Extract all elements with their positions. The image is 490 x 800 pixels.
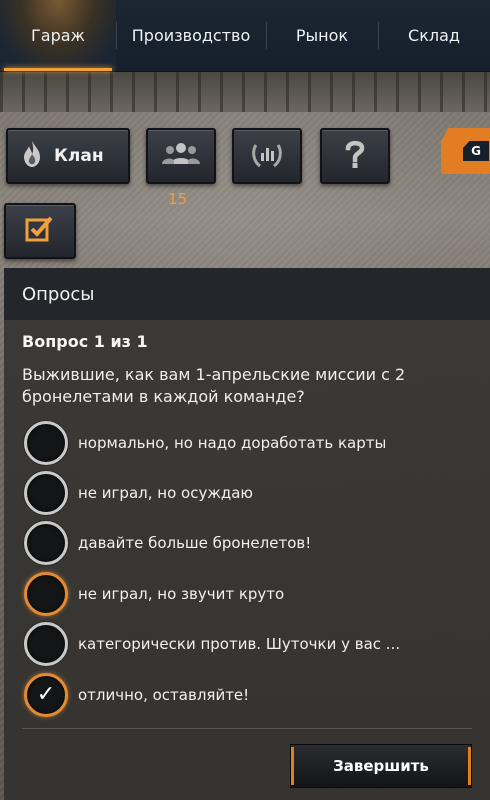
help-button[interactable] — [320, 128, 390, 184]
tasks-button[interactable] — [4, 203, 76, 259]
finish-button[interactable]: Завершить — [290, 744, 472, 788]
top-navigation: Гараж Производство Рынок Склад — [0, 0, 490, 72]
poll-title: Опросы — [4, 268, 490, 320]
option-label: не играл, но осуждаю — [78, 484, 254, 502]
checkmark-icon: ✓ — [36, 682, 56, 707]
poll-option[interactable]: не играл, но осуждаю — [24, 470, 464, 516]
flame-icon — [22, 140, 42, 172]
side-panel-tab[interactable]: G — [441, 128, 490, 174]
poll-option[interactable]: не играл, но звучит круто — [24, 571, 464, 617]
poll-option[interactable]: нормально, но надо доработать карты — [24, 420, 464, 466]
friends-button[interactable] — [146, 128, 216, 184]
poll-panel: Опросы Вопрос 1 из 1 Выжившие, как вам 1… — [4, 268, 490, 800]
option-label: давайте больше бронелетов! — [78, 534, 312, 552]
friends-count: 15 — [168, 190, 188, 208]
option-label: нормально, но надо доработать карты — [78, 434, 387, 452]
question-number: Вопрос 1 из 1 — [22, 332, 148, 351]
tasks-icon — [25, 214, 55, 248]
radio-button[interactable] — [24, 572, 68, 616]
tab-production[interactable]: Производство — [116, 0, 266, 71]
group-icon — [162, 142, 200, 170]
option-label: не играл, но звучит круто — [78, 585, 285, 603]
help-icon — [345, 139, 365, 173]
radio-button[interactable] — [24, 521, 68, 565]
radio-button[interactable] — [24, 421, 68, 465]
tab-storage[interactable]: Склад — [378, 0, 490, 71]
side-tab-letter: G — [463, 141, 489, 161]
radio-button[interactable] — [24, 471, 68, 515]
question-text: Выжившие, как вам 1-апрельские миссии с … — [22, 365, 406, 406]
poll-option-selected[interactable]: ✓ отлично, оставляйте! — [24, 672, 464, 718]
tab-garage[interactable]: Гараж — [0, 0, 116, 71]
poll-option[interactable]: давайте больше бронелетов! — [24, 520, 464, 566]
option-label: категорически против. Шуточки у вас ... — [78, 635, 401, 653]
divider — [22, 728, 472, 729]
radio-button[interactable] — [24, 622, 68, 666]
clan-label: Клан — [54, 146, 104, 166]
tab-market[interactable]: Рынок — [266, 0, 378, 71]
option-label: отлично, оставляйте! — [78, 686, 250, 704]
rating-button[interactable] — [232, 128, 302, 184]
clan-button[interactable]: Клан — [6, 128, 130, 184]
radio-button-checked[interactable]: ✓ — [24, 673, 68, 717]
rating-icon — [250, 139, 284, 173]
poll-option[interactable]: категорически против. Шуточки у вас ... — [24, 621, 464, 667]
